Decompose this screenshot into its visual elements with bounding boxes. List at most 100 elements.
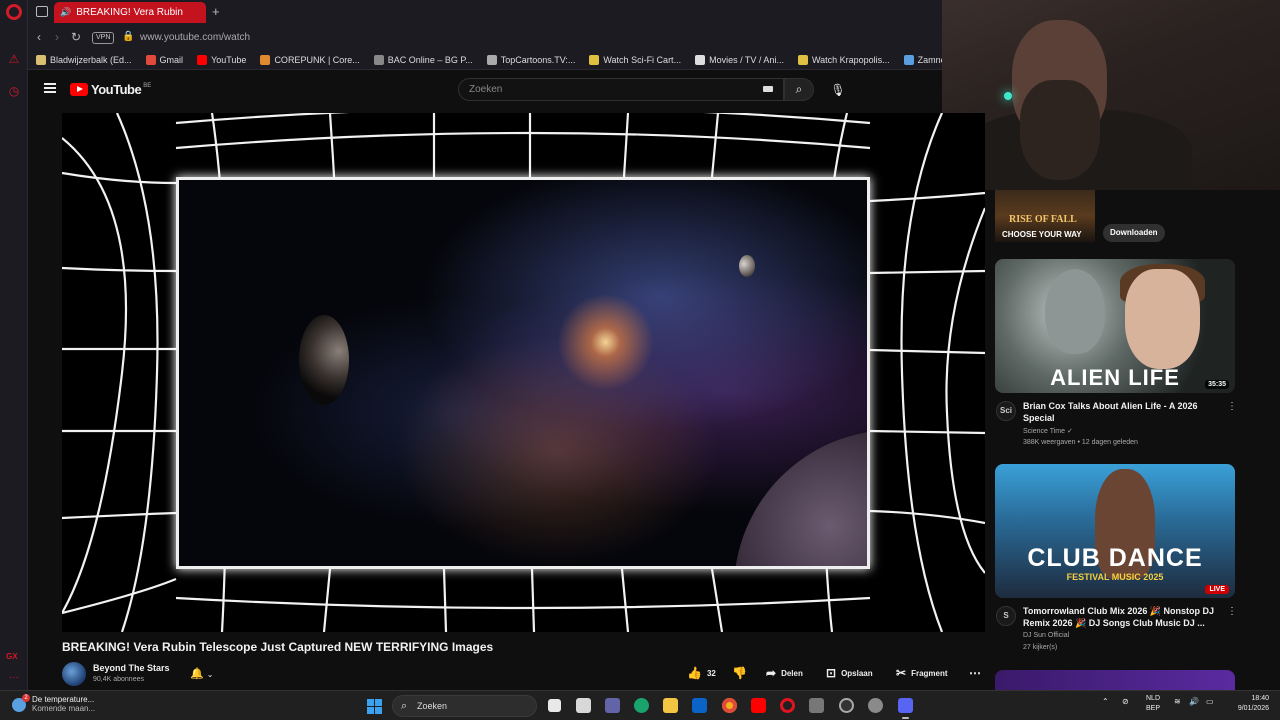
channel-avatar[interactable]: Sci — [996, 401, 1016, 421]
bookmark-item[interactable]: Bladwijzerbalk (Ed... — [36, 54, 132, 65]
channel-avatar[interactable] — [62, 662, 86, 686]
youtube-app-icon[interactable] — [751, 698, 766, 713]
bookmark-item[interactable]: Zamnesia | Het Be — [903, 54, 942, 65]
more-vertical-icon[interactable]: ⋮ — [1227, 606, 1237, 617]
discord-icon[interactable] — [898, 698, 913, 719]
moon — [739, 255, 755, 277]
search-input[interactable]: Zoeken — [458, 78, 784, 101]
weather-widget[interactable]: De temperature... Komende maan... — [12, 694, 95, 713]
teams-icon[interactable] — [605, 698, 620, 713]
menu-icon[interactable] — [44, 83, 56, 93]
mic-icon[interactable]: 🎙 — [828, 80, 848, 100]
bell-icon[interactable]: 🔔 ⌄ — [190, 667, 213, 680]
bookmark-label: TopCartoons.TV:... — [500, 54, 576, 65]
mute-icon[interactable]: ⊘ — [1122, 697, 1129, 706]
active-tab[interactable]: 🔊 BREAKING! Vera Rubin — [54, 2, 206, 23]
tab-title: BREAKING! Vera Rubin — [76, 7, 183, 18]
gx-icon[interactable]: GX — [6, 652, 18, 661]
save-label: Opslaan — [841, 668, 873, 678]
tab-bar: 🔊 BREAKING! Vera Rubin + — [28, 0, 942, 25]
clip-button[interactable]: ✂ Fragment — [896, 666, 948, 680]
video-player[interactable] — [62, 113, 985, 632]
channel-avatar[interactable]: S — [996, 606, 1016, 626]
save-button[interactable]: ⊡ Opslaan — [826, 666, 873, 680]
more-icon[interactable]: ··· — [9, 672, 19, 683]
recommendation-thumbnail[interactable] — [995, 670, 1235, 690]
dislike-button[interactable]: 👎 — [732, 666, 752, 680]
windows-start-icon[interactable] — [367, 699, 382, 714]
bookmark-item[interactable]: Movies / TV / Ani... — [695, 54, 784, 65]
clock-date: 9/01/2026 — [1237, 705, 1269, 712]
settings-icon[interactable] — [868, 698, 883, 713]
weather-icon — [12, 694, 30, 712]
keyboard-icon[interactable] — [763, 86, 773, 92]
like-button[interactable]: 👍 32 — [687, 666, 716, 680]
bookmark-item[interactable]: TopCartoons.TV:... — [486, 54, 576, 65]
bookmark-label: Watch Krapopolis... — [811, 54, 890, 65]
planet-right — [734, 430, 867, 566]
recommendation-title[interactable]: Brian Cox Talks About Alien Life - A 202… — [1023, 400, 1223, 424]
taskbar-search[interactable]: Zoeken — [392, 695, 537, 717]
krapopolis-icon — [797, 54, 808, 65]
bookmark-item[interactable]: COREPUNK | Core... — [260, 54, 360, 65]
bookmark-item[interactable]: Gmail — [145, 54, 184, 65]
vpn-badge[interactable]: VPN — [92, 32, 115, 44]
task-view-icon[interactable] — [548, 699, 561, 712]
recommendation-thumbnail[interactable]: CLUB DANCE FESTIVAL MUSIC 2025 LIVE — [995, 464, 1235, 598]
aria-icon[interactable]: ⚠ — [7, 52, 21, 66]
recommendation-title[interactable]: Tomorrowland Club Mix 2026 🎉 Nonstop DJ … — [1023, 605, 1223, 629]
ad-download-button[interactable]: Downloaden — [1103, 224, 1165, 242]
wifi-icon[interactable]: ≋ — [1174, 697, 1181, 706]
youtube-logo[interactable]: YouTube BE — [70, 82, 151, 97]
url-field[interactable]: www.youtube.com/watch — [140, 32, 250, 43]
thumbnail-subtext: FESTIVAL MUSIC 2025 — [1066, 572, 1164, 582]
edge-icon[interactable] — [634, 698, 649, 713]
back-icon[interactable]: ‹ — [37, 30, 41, 44]
store-icon[interactable] — [576, 698, 591, 713]
recommendation-thumbnail[interactable]: ALIEN LIFE 35:35 — [995, 259, 1235, 393]
battery-icon[interactable]: ▭ — [1206, 697, 1214, 706]
country-code: BE — [143, 82, 152, 89]
share-button[interactable]: ➦ Delen — [766, 666, 803, 680]
more-horizontal-icon: ⋯ — [969, 666, 981, 680]
recommendation-channel[interactable]: Science Time ✓ — [1023, 427, 1073, 435]
steam-icon[interactable] — [839, 698, 854, 713]
forward-icon[interactable]: › — [55, 30, 59, 44]
opera-gx-icon[interactable] — [780, 698, 795, 713]
volume-icon[interactable]: 🔊 — [1189, 697, 1199, 706]
corepunk-icon — [260, 54, 271, 65]
thumbs-up-icon: 👍 — [687, 666, 702, 680]
more-vertical-icon[interactable]: ⋮ — [1227, 401, 1237, 412]
bookmark-item[interactable]: YouTube — [197, 54, 247, 65]
outlook-icon[interactable] — [692, 698, 707, 713]
bookmark-label: YouTube — [211, 54, 247, 65]
search-button[interactable]: ⌕ — [784, 78, 814, 101]
file-explorer-icon[interactable] — [663, 698, 678, 713]
bookmark-label: BAC Online – BG P... — [387, 54, 473, 65]
lock-icon[interactable]: 🔒 — [122, 31, 134, 42]
bookmark-item[interactable]: Watch Sci-Fi Cart... — [589, 54, 681, 65]
calculator-icon[interactable] — [809, 698, 824, 713]
ad-thumbnail[interactable]: RISE OF FALL CHOOSE YOUR WAY — [995, 190, 1095, 242]
new-tab-button[interactable]: + — [212, 4, 220, 19]
language-indicator[interactable]: NLD BEP — [1146, 694, 1160, 714]
history-icon[interactable]: ◷ — [7, 84, 21, 98]
recommendation-channel[interactable]: DJ Sun Official — [1023, 632, 1069, 639]
chrome-icon[interactable] — [722, 698, 737, 713]
speaker-icon[interactable]: 🔊 — [60, 7, 71, 18]
reload-icon[interactable]: ↻ — [71, 30, 81, 44]
taskbar: De temperature... Komende maan... Zoeken… — [0, 690, 1280, 720]
bookmark-item[interactable]: BAC Online – BG P... — [373, 54, 473, 65]
chevron-up-icon[interactable]: ⌃ — [1102, 697, 1109, 706]
bookmark-label: Gmail — [159, 54, 184, 65]
bookmark-item[interactable]: Watch Krapopolis... — [797, 54, 890, 65]
channel-name[interactable]: Beyond The Stars — [93, 663, 170, 673]
opera-logo-icon[interactable] — [6, 4, 22, 20]
chevron-down-icon[interactable]: ⌄ — [207, 670, 214, 679]
tab-islands-icon[interactable] — [36, 6, 48, 17]
webcam-overlay — [942, 0, 1280, 190]
duration-badge: 35:35 — [1205, 380, 1229, 389]
clock-time: 18:40 — [1251, 695, 1269, 702]
more-actions-button[interactable]: ⋯ — [969, 666, 986, 680]
clock[interactable]: 18:40 9/01/2026 — [1229, 694, 1269, 714]
